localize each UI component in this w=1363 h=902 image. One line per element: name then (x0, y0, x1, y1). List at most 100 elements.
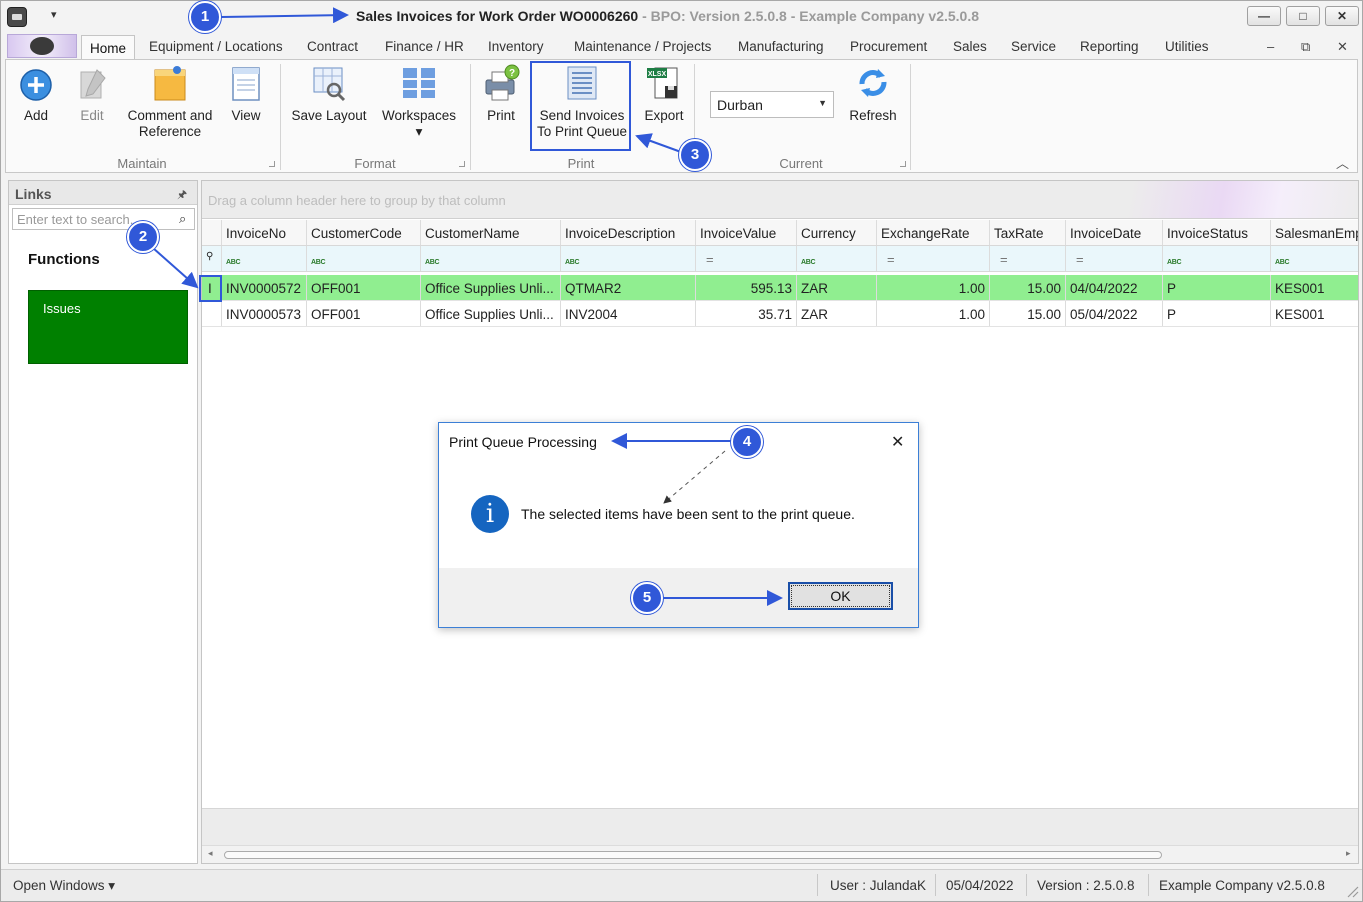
row-indicator[interactable] (202, 301, 222, 326)
cell-invoicedate[interactable]: 05/04/2022 (1066, 301, 1163, 326)
cell-exchangerate[interactable]: 1.00 (877, 275, 990, 300)
filter-invoiceno[interactable]: ABC (222, 246, 307, 271)
row-indicator-cursor-icon[interactable]: I (202, 275, 222, 300)
scrollbar-thumb[interactable] (224, 851, 1162, 859)
resize-grip-icon[interactable] (1345, 884, 1359, 898)
cell-customercode[interactable]: OFF001 (307, 275, 421, 300)
view-button[interactable]: View (226, 64, 266, 124)
cell-invoicedescription[interactable]: INV2004 (561, 301, 696, 326)
column-header-invoiceno[interactable]: InvoiceNo (222, 220, 307, 245)
dialog-close-icon[interactable]: ✕ (891, 432, 904, 452)
cell-taxrate[interactable]: 15.00 (990, 275, 1066, 300)
filter-invoicevalue[interactable]: = (696, 246, 797, 271)
save-layout-button[interactable]: Save Layout (289, 64, 369, 124)
close-button[interactable]: ✕ (1325, 6, 1359, 26)
print-button[interactable]: ? Print (480, 64, 522, 124)
cell-invoicestatus[interactable]: P (1163, 301, 1271, 326)
cell-invoiceno[interactable]: INV0000572 (222, 275, 307, 300)
export-button[interactable]: XLSX Export (640, 64, 688, 124)
filter-customername[interactable]: ABC (421, 246, 561, 271)
filter-invoicedescription[interactable]: ABC (561, 246, 696, 271)
workspaces-button[interactable]: Workspaces ▾ (381, 64, 457, 140)
comment-and-reference-button[interactable]: Comment and Reference (124, 64, 216, 140)
save-layout-icon (313, 67, 346, 102)
mdi-restore-icon[interactable]: ⧉ (1301, 39, 1310, 55)
tab-manufacturing[interactable]: Manufacturing (738, 39, 824, 54)
quick-access-dropdown-icon[interactable]: ▾ (51, 8, 57, 21)
filter-salesmanempl[interactable]: ABC (1271, 246, 1358, 271)
edit-icon (80, 69, 106, 99)
maintain-dialog-launcher-icon[interactable] (269, 161, 275, 167)
format-dialog-launcher-icon[interactable] (459, 161, 465, 167)
branch-select[interactable]: Durban ▼ (710, 91, 834, 118)
add-button[interactable]: Add (14, 64, 58, 124)
cell-customercode[interactable]: OFF001 (307, 301, 421, 326)
filter-invoicedate[interactable]: = (1066, 246, 1163, 271)
app-logo-icon[interactable] (7, 7, 27, 27)
ribbon-group-divider (280, 64, 281, 170)
status-date: 05/04/2022 (946, 878, 1014, 893)
tab-reporting[interactable]: Reporting (1080, 39, 1139, 54)
table-row[interactable]: INV0000573 OFF001 Office Supplies Unli..… (202, 301, 1358, 327)
column-header-invoicedescription[interactable]: InvoiceDescription (561, 220, 696, 245)
cell-invoicevalue[interactable]: 35.71 (696, 301, 797, 326)
cell-customername[interactable]: Office Supplies Unli... (421, 301, 561, 326)
column-header-invoicevalue[interactable]: InvoiceValue (696, 220, 797, 245)
cell-currency[interactable]: ZAR (797, 275, 877, 300)
horizontal-scrollbar[interactable]: ◂ ▸ (202, 845, 1358, 863)
column-header-currency[interactable]: Currency (797, 220, 877, 245)
filter-exchangerate[interactable]: = (877, 246, 990, 271)
filter-customercode[interactable]: ABC (307, 246, 421, 271)
tab-finance-hr[interactable]: Finance / HR (385, 39, 464, 54)
cell-salesmanempl[interactable]: KES001 (1271, 301, 1358, 326)
scroll-left-icon[interactable]: ◂ (208, 848, 213, 859)
table-row[interactable]: I INV0000572 OFF001 Office Supplies Unli… (202, 275, 1358, 301)
tab-service[interactable]: Service (1011, 39, 1056, 54)
mdi-close-icon[interactable]: ✕ (1337, 39, 1348, 55)
group-by-panel[interactable]: Drag a column header here to group by th… (202, 181, 1358, 219)
tab-procurement[interactable]: Procurement (850, 39, 927, 54)
column-header-salesmanempl[interactable]: SalesmanEmpl (1271, 220, 1358, 245)
cell-currency[interactable]: ZAR (797, 301, 877, 326)
column-header-customername[interactable]: CustomerName (421, 220, 561, 245)
tab-home[interactable]: Home (81, 35, 136, 61)
issues-tile[interactable]: Issues (28, 290, 188, 364)
tab-inventory[interactable]: Inventory (488, 39, 544, 54)
column-header-customercode[interactable]: CustomerCode (307, 220, 421, 245)
tab-sales[interactable]: Sales (953, 39, 987, 54)
minimize-button[interactable]: — (1247, 6, 1281, 26)
filter-taxrate[interactable]: = (990, 246, 1066, 271)
tab-contract[interactable]: Contract (307, 39, 358, 54)
tab-utilities[interactable]: Utilities (1165, 39, 1209, 54)
tab-equipment-locations[interactable]: Equipment / Locations (149, 39, 283, 54)
mdi-minimize-icon[interactable]: – (1267, 39, 1274, 54)
maximize-button[interactable]: □ (1286, 6, 1320, 26)
cell-exchangerate[interactable]: 1.00 (877, 301, 990, 326)
column-header-taxrate[interactable]: TaxRate (990, 220, 1066, 245)
open-windows-menu[interactable]: Open Windows ▾ (13, 878, 115, 894)
send-invoices-to-print-queue-button[interactable]: Send Invoices To Print Queue (534, 64, 630, 140)
ok-button[interactable]: OK (788, 582, 893, 610)
cell-salesmanempl[interactable]: KES001 (1271, 275, 1358, 300)
cell-invoicedescription[interactable]: QTMAR2 (561, 275, 696, 300)
current-dialog-launcher-icon[interactable] (900, 161, 906, 167)
filter-currency[interactable]: ABC (797, 246, 877, 271)
cell-invoicevalue[interactable]: 595.13 (696, 275, 797, 300)
tab-maintenance-projects[interactable]: Maintenance / Projects (574, 39, 711, 54)
filter-invoicestatus[interactable]: ABC (1163, 246, 1271, 271)
column-header-exchangerate[interactable]: ExchangeRate (877, 220, 990, 245)
collapse-ribbon-icon[interactable]: ︿ (1336, 153, 1349, 172)
pin-icon[interactable]: 🖈 (177, 186, 187, 205)
cell-invoicedate[interactable]: 04/04/2022 (1066, 275, 1163, 300)
cell-invoicestatus[interactable]: P (1163, 275, 1271, 300)
cell-invoiceno[interactable]: INV0000573 (222, 301, 307, 326)
cell-customername[interactable]: Office Supplies Unli... (421, 275, 561, 300)
scroll-right-icon[interactable]: ▸ (1346, 848, 1351, 859)
edit-button[interactable]: Edit (70, 64, 114, 124)
search-icon[interactable]: ⌕ (179, 211, 186, 227)
application-menu-button[interactable] (7, 34, 77, 58)
refresh-button[interactable]: Refresh (846, 64, 900, 124)
column-header-invoicestatus[interactable]: InvoiceStatus (1163, 220, 1271, 245)
column-header-invoicedate[interactable]: InvoiceDate (1066, 220, 1163, 245)
cell-taxrate[interactable]: 15.00 (990, 301, 1066, 326)
